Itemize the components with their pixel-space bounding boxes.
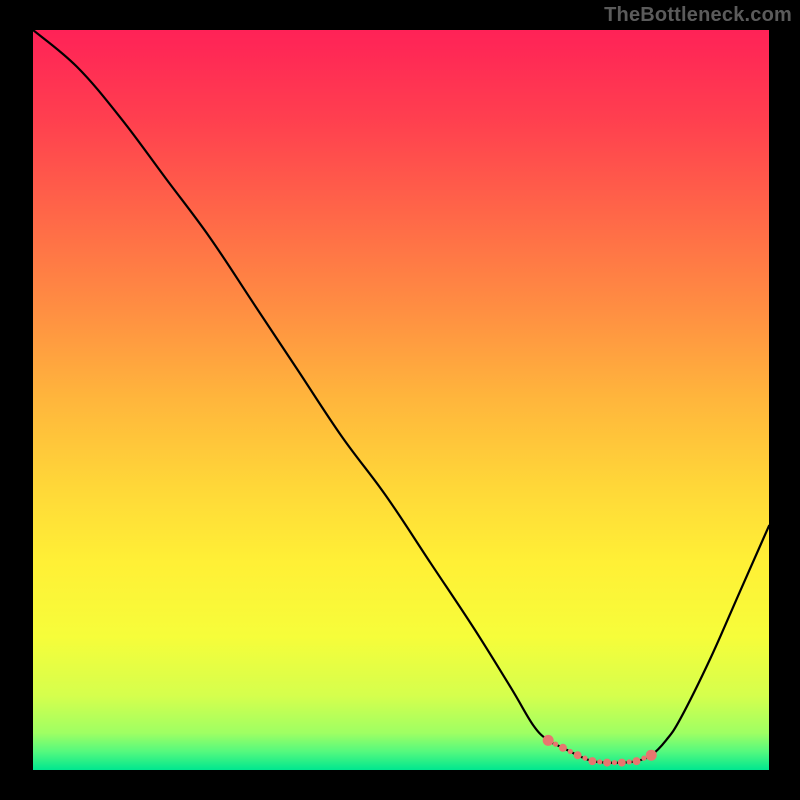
highlight-dot-small: [568, 749, 573, 754]
highlight-dot: [633, 757, 641, 765]
highlight-dot: [603, 759, 611, 767]
plot-area: [33, 30, 769, 770]
highlight-dot-small: [641, 756, 646, 761]
highlight-dot-small: [582, 756, 587, 761]
highlight-dot: [559, 744, 567, 752]
highlight-dot: [543, 735, 554, 746]
highlight-dot: [588, 757, 596, 765]
chart-svg: [33, 30, 769, 770]
highlight-dot: [618, 759, 626, 767]
chart-background: [33, 30, 769, 770]
highlight-dot-small: [627, 759, 632, 764]
highlight-dot-small: [612, 760, 617, 765]
highlight-dot: [574, 751, 582, 759]
chart-frame: TheBottleneck.com: [0, 0, 800, 800]
highlight-dot: [646, 750, 657, 761]
watermark-text: TheBottleneck.com: [604, 4, 792, 27]
highlight-dot-small: [597, 759, 602, 764]
highlight-dot-small: [553, 742, 558, 747]
